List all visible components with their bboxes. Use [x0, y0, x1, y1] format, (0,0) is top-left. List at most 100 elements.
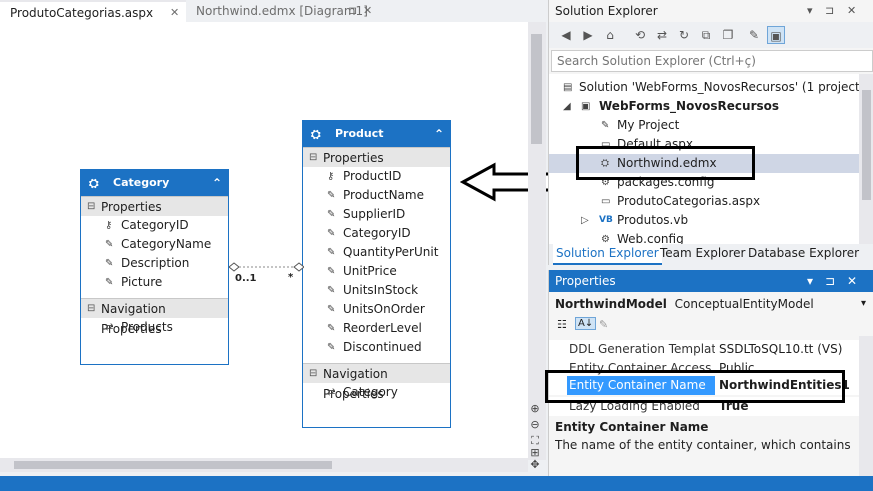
categorized-icon[interactable]: ☷	[557, 318, 567, 331]
properties-section-header[interactable]: ⊟ Properties	[81, 196, 228, 216]
collapse-icon[interactable]: ⌃	[212, 170, 222, 196]
tree-item-my-project[interactable]: ✎ My Project	[549, 116, 859, 135]
pin-icon[interactable]: ⊐	[825, 270, 835, 292]
wrench-icon: ✎	[327, 228, 336, 239]
wrench-icon[interactable]: ✎	[745, 26, 763, 44]
wrench-icon: ✎	[327, 190, 336, 201]
pin-icon[interactable]: ⊐	[348, 0, 357, 22]
navigation-row[interactable]: ⇄ Products	[81, 318, 228, 337]
entity-icon: ⛭	[89, 176, 99, 190]
tab-label: Northwind.edmx [Diagram1]	[196, 4, 368, 18]
canvas-vertical-thumb[interactable]	[531, 34, 542, 144]
entity-title: Category	[113, 176, 170, 189]
close-icon[interactable]: ✕	[170, 2, 179, 22]
tab-database-explorer[interactable]: Database Explorer	[745, 244, 862, 265]
properties-scrollbar[interactable]	[859, 336, 873, 476]
minus-icon[interactable]: ⊟	[309, 364, 317, 384]
property-row[interactable]: ✎ Description	[81, 254, 228, 273]
dropdown-icon[interactable]: ▾	[807, 0, 813, 22]
property-row[interactable]: ✎ CategoryID	[303, 224, 450, 243]
tree-item-label: Web.config	[617, 232, 684, 244]
tree-item-produtos-vb[interactable]: ▷ VB Produtos.vb	[549, 211, 859, 230]
alphabetical-icon[interactable]: A↓	[575, 317, 597, 330]
property-row[interactable]: ⚷ ProductID	[303, 167, 450, 186]
status-bar	[0, 476, 873, 491]
entity-product[interactable]: ⛭ Product ⌃ ⊟ Properties ⚷ ProductID ✎ Pro…	[302, 120, 451, 428]
entity-header[interactable]: ⛭ Category ⌃	[81, 170, 228, 196]
canvas-horizontal-thumb[interactable]	[14, 461, 332, 469]
panel-title-bar[interactable]: Solution Explorer ▾ ⊐ ✕	[549, 0, 873, 22]
expanded-icon[interactable]: ◢	[563, 97, 571, 116]
property-row[interactable]: ✎ SupplierID	[303, 205, 450, 224]
wrench-icon: ✎	[105, 239, 114, 250]
tab-northwind-diagram[interactable]: Northwind.edmx [Diagram1] ⊐ ✕	[186, 0, 376, 22]
dropdown-icon[interactable]: ▾	[807, 270, 813, 292]
navigation-section-header[interactable]: ⊟ Navigation Properties	[81, 298, 228, 336]
solution-search-input[interactable]	[551, 50, 873, 72]
property-row[interactable]: ✎ UnitsInStock	[303, 281, 450, 300]
entity-header[interactable]: ⛭ Product ⌃	[303, 121, 450, 147]
entity-category[interactable]: ⛭ Category ⌃ ⊟ Properties ⚷ CategoryID ✎ C…	[80, 169, 229, 365]
property-row[interactable]: ✎ ProductName	[303, 186, 450, 205]
navigation-section-header[interactable]: ⊟ Navigation Properties	[303, 363, 450, 401]
wrench-icon: ✎	[327, 285, 336, 296]
sync-icon[interactable]: ⇄	[653, 26, 671, 44]
close-icon[interactable]: ✕	[363, 0, 372, 22]
property-value[interactable]: SSDLToSQL10.tt (VS)	[717, 340, 859, 359]
property-grid-row[interactable]: DDL Generation Template SSDLToSQL10.tt (…	[549, 340, 859, 359]
project-icon: ▣	[581, 101, 591, 112]
tree-item-web-config[interactable]: ⚙ Web.config	[549, 230, 859, 244]
property-pages-icon[interactable]: ✎	[599, 318, 608, 331]
minus-icon[interactable]: ⊟	[87, 197, 95, 217]
property-row[interactable]: ✎ UnitPrice	[303, 262, 450, 281]
property-label: ProductName	[343, 188, 424, 202]
copy-icon[interactable]: ❐	[719, 26, 737, 44]
properties-section-header[interactable]: ⊟ Properties	[303, 147, 450, 167]
properties-title-bar[interactable]: Properties ▾ ⊐ ✕	[549, 270, 873, 292]
description-text: The name of the entity container, which …	[555, 438, 853, 452]
property-label: ProductID	[343, 169, 402, 183]
property-row[interactable]: ✎ QuantityPerUnit	[303, 243, 450, 262]
property-row[interactable]: ✎ UnitsOnOrder	[303, 300, 450, 319]
minus-icon[interactable]: ⊟	[87, 299, 95, 319]
zoom-in-icon[interactable]: ⊕	[528, 402, 542, 416]
history-icon[interactable]: ⟲	[631, 26, 649, 44]
collapse-icon[interactable]: ⌃	[434, 121, 444, 147]
property-row[interactable]: ✎ Picture	[81, 273, 228, 292]
solution-tree-scroll-thumb[interactable]	[862, 90, 871, 200]
forward-icon[interactable]: ▶	[579, 26, 597, 44]
close-icon[interactable]: ✕	[847, 0, 856, 22]
wrench-icon: ✎	[601, 120, 610, 131]
tree-item-label: Produtos.vb	[617, 213, 689, 227]
highlight-box-northwind-edmx	[576, 146, 755, 180]
property-label: CategoryID	[121, 218, 189, 232]
refresh-icon[interactable]: ↻	[675, 26, 693, 44]
object-selector[interactable]: NorthwindModel ConceptualEntityModel ▾	[549, 294, 873, 314]
object-name: NorthwindModel	[555, 297, 667, 311]
wrench-icon: ✎	[105, 258, 114, 269]
tab-team-explorer[interactable]: Team Explorer	[657, 244, 749, 265]
chevron-down-icon[interactable]: ▾	[861, 294, 866, 314]
pin-icon[interactable]: ⊐	[825, 0, 834, 22]
preview-icon[interactable]: ▣	[767, 26, 785, 44]
property-label: UnitsInStock	[343, 283, 419, 297]
property-row[interactable]: ✎ Discontinued	[303, 338, 450, 357]
tree-item-solution[interactable]: ▤ Solution 'WebForms_NovosRecursos' (1 p…	[549, 78, 859, 97]
close-icon[interactable]: ✕	[847, 270, 857, 292]
collapse-all-icon[interactable]: ⧉	[697, 26, 715, 44]
collapsed-icon[interactable]: ▷	[581, 211, 589, 230]
tree-item-project[interactable]: ◢ ▣ WebForms_NovosRecursos	[549, 97, 859, 116]
pan-icon[interactable]: ✥	[528, 458, 542, 472]
panel-title: Solution Explorer	[555, 4, 658, 18]
tab-solution-explorer[interactable]: Solution Explorer	[553, 244, 662, 265]
property-row[interactable]: ✎ ReorderLevel	[303, 319, 450, 338]
home-icon[interactable]: ⌂	[601, 26, 619, 44]
property-row[interactable]: ⚷ CategoryID	[81, 216, 228, 235]
zoom-out-icon[interactable]: ⊖	[528, 418, 542, 432]
tab-produtocategorias[interactable]: ProdutoCategorias.aspx ✕	[0, 0, 186, 22]
navigation-row[interactable]: ⇄ Category	[303, 383, 450, 402]
minus-icon[interactable]: ⊟	[309, 148, 317, 168]
property-row[interactable]: ✎ CategoryName	[81, 235, 228, 254]
back-icon[interactable]: ◀	[557, 26, 575, 44]
tree-item-produtocategorias-aspx[interactable]: ▭ ProdutoCategorias.aspx	[549, 192, 859, 211]
